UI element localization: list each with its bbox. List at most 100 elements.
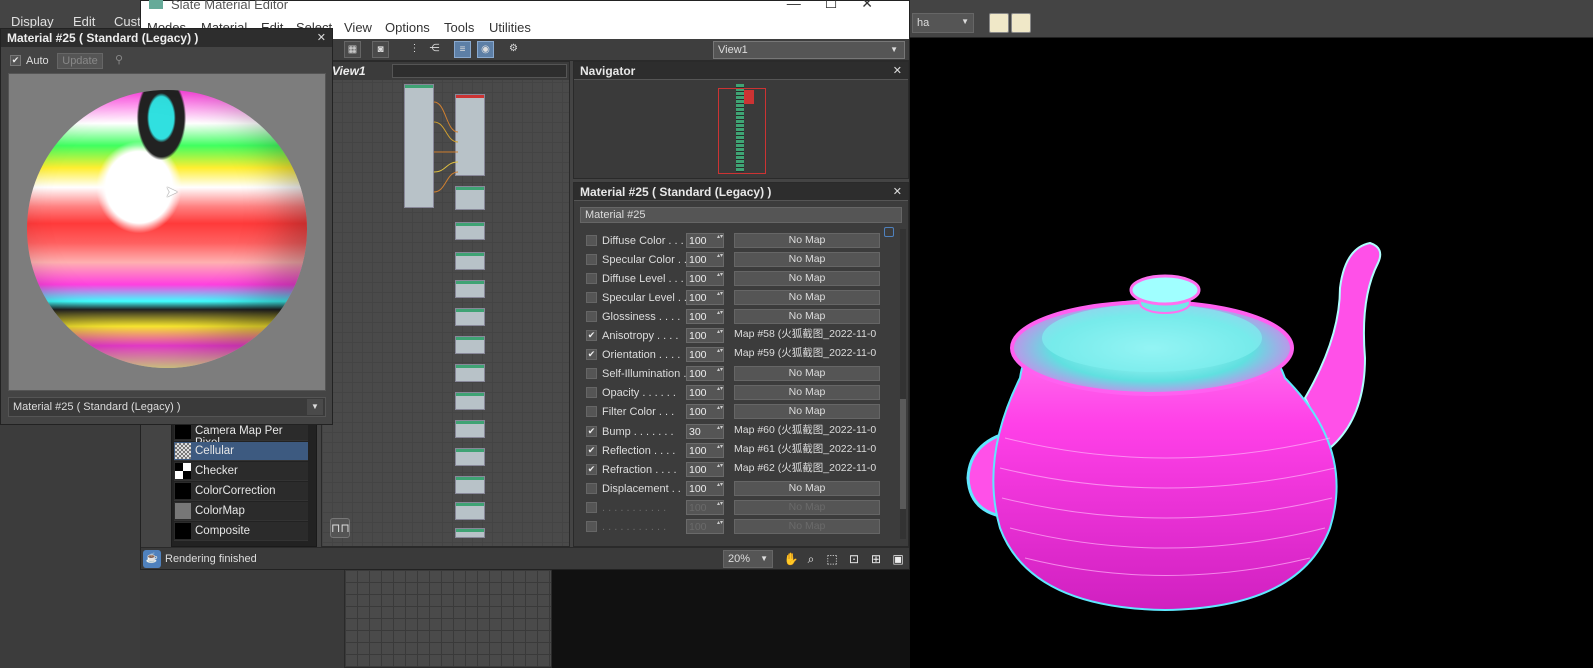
alpha-dropdown[interactable]: ha ▼ — [912, 13, 974, 33]
maximize-icon[interactable]: ☐ — [825, 0, 862, 11]
map-amount-spinner[interactable]: 100 — [686, 309, 724, 324]
parameter-scrollbar[interactable] — [900, 229, 906, 539]
host-menu-customize[interactable]: Cust — [114, 14, 141, 29]
map-button[interactable]: Map #58 (火狐截图_2022-11-0 — [734, 328, 880, 343]
map-amount-spinner[interactable]: 100 — [686, 404, 724, 419]
map-node[interactable] — [455, 280, 485, 298]
map-node-stack[interactable] — [404, 84, 434, 208]
map-amount-spinner[interactable]: 100 — [686, 233, 724, 248]
map-amount-spinner[interactable]: 100 — [686, 252, 724, 267]
pan-hand-icon[interactable]: ✋ — [783, 551, 799, 567]
map-button[interactable]: No Map — [734, 481, 880, 496]
browser-item[interactable]: ColorMap — [174, 502, 308, 521]
map-node[interactable] — [455, 364, 485, 382]
render-frame-icon[interactable] — [1011, 13, 1031, 33]
menu-utilities[interactable]: Utilities — [489, 20, 531, 35]
preview-titlebar[interactable]: Material #25 ( Standard (Legacy) ) ✕ — [1, 29, 332, 47]
map-amount-spinner[interactable]: 100 — [686, 481, 724, 496]
host-menu-display[interactable]: Display — [11, 14, 54, 29]
map-enable-checkbox[interactable] — [586, 483, 597, 494]
host-menu-edit[interactable]: Edit — [73, 14, 95, 29]
map-button[interactable]: Map #60 (火狐截图_2022-11-0 — [734, 424, 880, 439]
map-button[interactable]: No Map — [734, 309, 880, 324]
material-name-field[interactable]: Material #25 — [580, 207, 902, 223]
map-amount-spinner[interactable]: 100 — [686, 519, 724, 534]
show-map-icon[interactable]: ≡ — [454, 41, 471, 58]
map-enable-checkbox[interactable]: ✔ — [586, 464, 597, 475]
map-amount-spinner[interactable]: 100 — [686, 347, 724, 362]
map-button[interactable]: No Map — [734, 500, 880, 515]
view1-node-canvas[interactable]: View1 ⊓⊓ — [321, 61, 570, 547]
map-node[interactable] — [455, 528, 485, 538]
perspective-viewport[interactable] — [910, 38, 1593, 668]
auto-checkbox[interactable]: ✔ — [10, 55, 21, 66]
update-button[interactable]: Update — [57, 53, 103, 69]
binoculars-icon[interactable]: ⊓⊓ — [330, 518, 350, 538]
menu-view[interactable]: View — [344, 20, 372, 35]
menu-options[interactable]: Options — [385, 20, 430, 35]
map-enable-checkbox[interactable]: ✔ — [586, 349, 597, 360]
view1-tab[interactable]: View1 — [322, 62, 569, 80]
zoom-region-icon[interactable]: ⬚ — [824, 551, 840, 567]
map-node[interactable] — [455, 392, 485, 410]
hide-children-icon[interactable]: ⋲ — [426, 41, 443, 58]
map-amount-spinner[interactable]: 100 — [686, 271, 724, 286]
map-enable-checkbox[interactable] — [586, 502, 597, 513]
map-node[interactable] — [455, 420, 485, 438]
map-button[interactable]: No Map — [734, 252, 880, 267]
pin-icon[interactable]: ⚲ — [115, 53, 125, 69]
map-button[interactable]: No Map — [734, 271, 880, 286]
map-enable-checkbox[interactable] — [586, 254, 597, 265]
preview-material-dropdown[interactable]: Material #25 ( Standard (Legacy) ) ▼ — [8, 397, 326, 417]
map-node[interactable] — [455, 502, 485, 520]
close-icon[interactable]: ✕ — [861, 0, 897, 11]
zoom-all-icon[interactable]: ▣ — [890, 551, 906, 567]
view-dropdown[interactable]: View1 ▼ — [713, 41, 905, 59]
map-enable-checkbox[interactable] — [586, 368, 597, 379]
map-enable-checkbox[interactable] — [586, 311, 597, 322]
map-button[interactable]: No Map — [734, 404, 880, 419]
layout-icon[interactable]: ◙ — [372, 41, 389, 58]
map-enable-checkbox[interactable]: ✔ — [586, 445, 597, 456]
menu-tools[interactable]: Tools — [444, 20, 474, 35]
browser-item[interactable]: ColorCorrection — [174, 482, 308, 501]
map-amount-spinner[interactable]: 100 — [686, 366, 724, 381]
map-enable-checkbox[interactable] — [586, 235, 597, 246]
map-node[interactable] — [455, 252, 485, 270]
zoom-extents-icon[interactable]: ⊡ — [846, 551, 862, 567]
close-icon[interactable]: ✕ — [893, 185, 902, 198]
map-button[interactable]: No Map — [734, 385, 880, 400]
map-enable-checkbox[interactable] — [586, 273, 597, 284]
zoom-extents-selected-icon[interactable]: ⊞ — [868, 551, 884, 567]
zoom-dropdown[interactable]: 20% ▼ — [723, 550, 773, 568]
map-amount-spinner[interactable]: 30 — [686, 424, 724, 439]
rollout-toggle-icon[interactable] — [884, 227, 894, 237]
browser-item-selected[interactable]: Cellular — [174, 442, 308, 461]
material-node[interactable] — [455, 94, 485, 176]
window-controls[interactable]: —☐✕ — [787, 0, 897, 12]
navigator-view-rect[interactable] — [718, 88, 766, 174]
map-amount-spinner[interactable]: 100 — [686, 290, 724, 305]
map-node[interactable] — [455, 476, 485, 494]
map-node[interactable] — [455, 222, 485, 240]
map-node[interactable] — [455, 336, 485, 354]
minimize-icon[interactable]: — — [787, 0, 825, 11]
map-button[interactable]: No Map — [734, 290, 880, 305]
map-enable-checkbox[interactable]: ✔ — [586, 426, 597, 437]
zoom-icon[interactable]: ⌕ — [803, 551, 819, 567]
map-enable-checkbox[interactable] — [586, 387, 597, 398]
map-enable-checkbox[interactable] — [586, 292, 597, 303]
material-id-icon[interactable]: ⚙ — [505, 41, 522, 58]
map-amount-spinner[interactable]: 100 — [686, 443, 724, 458]
close-icon[interactable]: ✕ — [893, 64, 902, 77]
map-node[interactable] — [455, 308, 485, 326]
browser-item[interactable]: Checker — [174, 462, 308, 481]
map-button[interactable]: Map #61 (火狐截图_2022-11-0 — [734, 443, 880, 458]
map-node[interactable] — [455, 186, 485, 210]
map-amount-spinner[interactable]: 100 — [686, 500, 724, 515]
map-amount-spinner[interactable]: 100 — [686, 385, 724, 400]
map-amount-spinner[interactable]: 100 — [686, 462, 724, 477]
map-button[interactable]: No Map — [734, 233, 880, 248]
map-amount-spinner[interactable]: 100 — [686, 328, 724, 343]
checker-icon[interactable]: ▦ — [344, 41, 361, 58]
